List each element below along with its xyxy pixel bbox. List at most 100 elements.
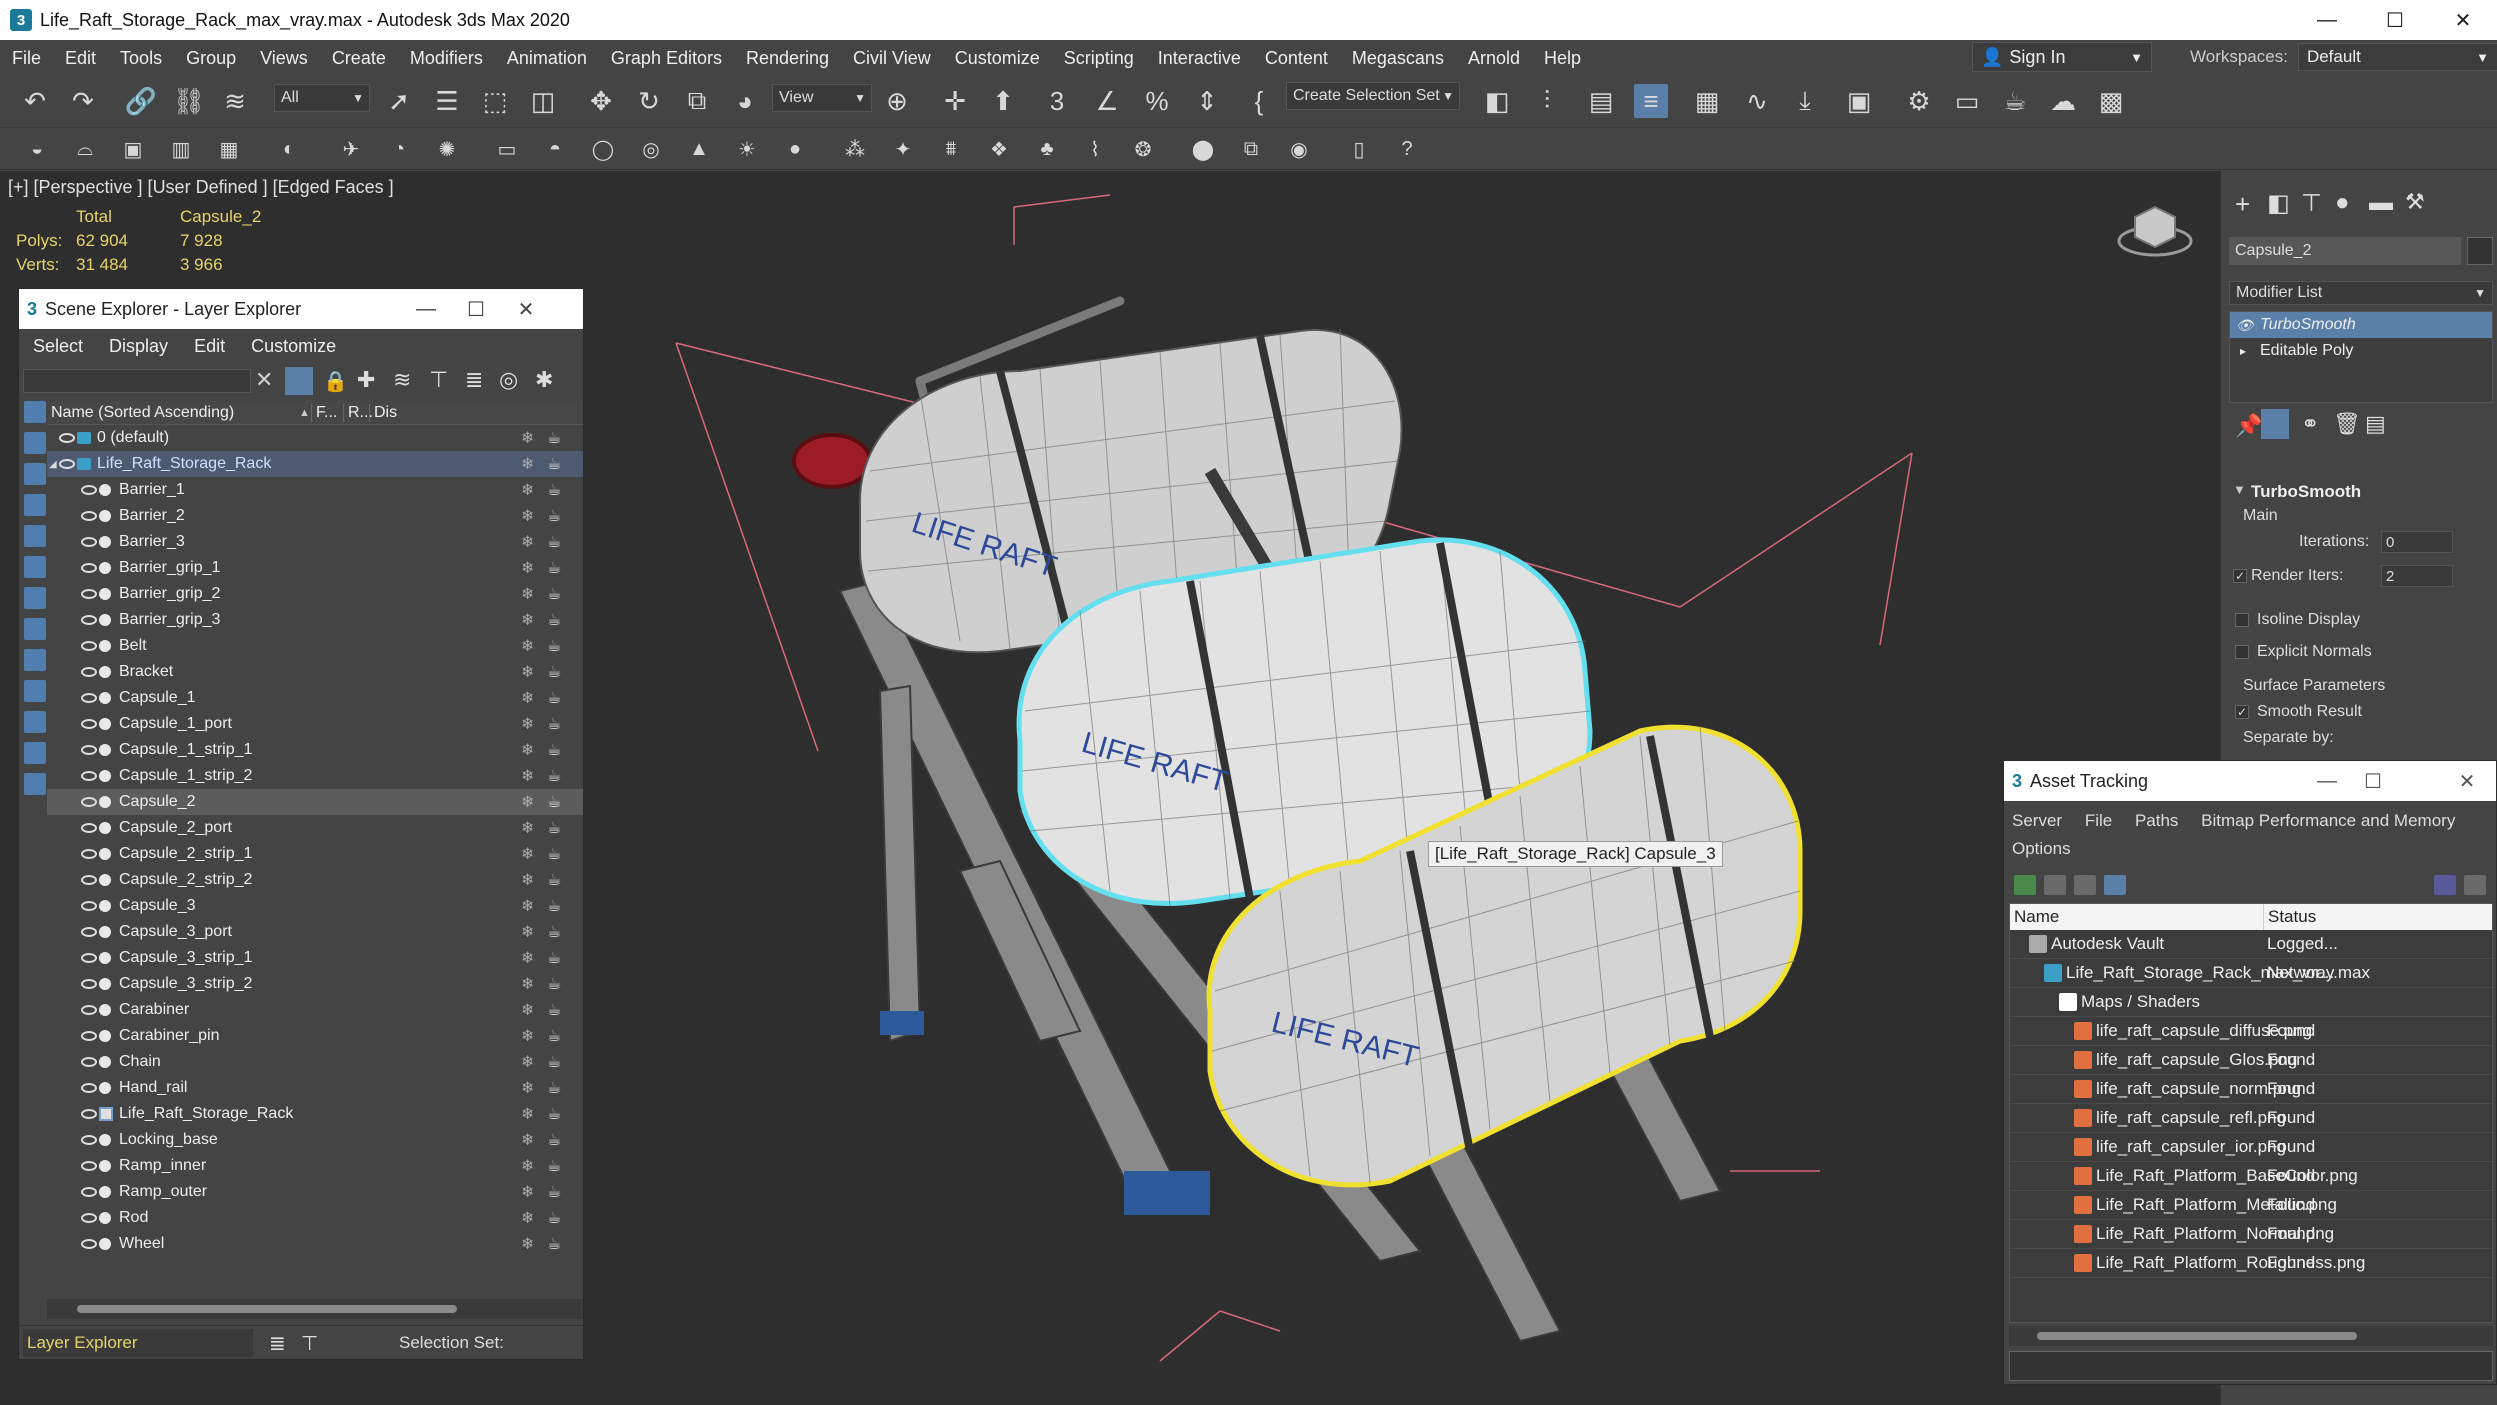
renderable-icon[interactable]: ☕: [547, 818, 561, 838]
hair-icon[interactable]: ⌇: [1082, 136, 1108, 162]
filter-frozen-icon[interactable]: [24, 711, 46, 733]
freeze-icon[interactable]: ❄: [521, 506, 534, 526]
filter-lights-icon[interactable]: [24, 463, 46, 485]
angle-snap-icon[interactable]: ∠: [1090, 84, 1124, 118]
menu-options[interactable]: Options: [2012, 839, 2071, 858]
view-cube[interactable]: [2117, 205, 2193, 257]
grid-icon[interactable]: ▦: [216, 136, 242, 162]
eye-icon[interactable]: [81, 797, 97, 807]
renderable-icon[interactable]: ☕: [547, 1208, 561, 1228]
filter-geometry-icon[interactable]: [24, 401, 46, 423]
freeze-icon[interactable]: ❄: [521, 1130, 534, 1150]
asset-path-field[interactable]: [2009, 1351, 2493, 1381]
renderable-icon[interactable]: ☕: [547, 506, 561, 526]
settings-icon[interactable]: [2464, 875, 2486, 895]
asset-row[interactable]: life_raft_capsule_refl.png Found: [2010, 1104, 2492, 1133]
selection-filter-dropdown[interactable]: All ▼: [274, 84, 370, 112]
schematic-view-icon[interactable]: ⤓: [1788, 84, 1822, 118]
unlink-icon[interactable]: ⛓: [172, 84, 206, 118]
teapot-icon[interactable]: ◒: [24, 136, 50, 162]
scene-row[interactable]: Barrier_2 ❄ ☕: [47, 503, 583, 529]
bind-space-warp-icon[interactable]: ≋: [218, 84, 252, 118]
scene-row[interactable]: Barrier_grip_2 ❄ ☕: [47, 581, 583, 607]
col-name[interactable]: Name: [2014, 907, 2059, 927]
fur-icon[interactable]: ❂: [1130, 136, 1156, 162]
render-iters-spinner[interactable]: 2: [2381, 565, 2453, 587]
renderable-icon[interactable]: ☕: [547, 896, 561, 916]
eye-icon[interactable]: [81, 667, 97, 677]
scroll-thumb[interactable]: [77, 1305, 457, 1313]
make-unique-icon[interactable]: ⚭: [2301, 411, 2319, 437]
freeze-icon[interactable]: ❄: [521, 636, 534, 656]
scene-row[interactable]: Locking_base ❄ ☕: [47, 1127, 583, 1153]
eye-icon[interactable]: [81, 485, 97, 495]
helper-icon[interactable]: ◔: [386, 136, 412, 162]
eye-icon[interactable]: [81, 1005, 97, 1015]
create-tab-icon[interactable]: +: [2235, 189, 2250, 220]
menu-file[interactable]: File: [2085, 811, 2112, 830]
eye-icon[interactable]: [81, 615, 97, 625]
asset-row[interactable]: life_raft_capsuler_ior.png Found: [2010, 1133, 2492, 1162]
freeze-icon[interactable]: ❄: [521, 480, 534, 500]
smooth-result-checkbox[interactable]: ✓: [2235, 705, 2249, 719]
menu-civil-view[interactable]: Civil View: [841, 48, 943, 69]
minimize-button[interactable]: —: [401, 289, 451, 329]
table-view-icon[interactable]: [2074, 875, 2096, 895]
freeze-icon[interactable]: ❄: [521, 844, 534, 864]
renderable-icon[interactable]: ☕: [547, 1130, 561, 1150]
col-name[interactable]: Name (Sorted Ascending): [51, 404, 234, 422]
eye-icon[interactable]: [81, 1083, 97, 1093]
freeze-icon[interactable]: ❄: [521, 870, 534, 890]
freeze-icon[interactable]: ❄: [521, 688, 534, 708]
link-icon[interactable]: 🔗: [124, 84, 158, 118]
scene-row[interactable]: Rod ❄ ☕: [47, 1205, 583, 1231]
render-setup-icon[interactable]: ⚙: [1902, 84, 1936, 118]
place-icon[interactable]: ◕: [728, 84, 762, 118]
asset-row[interactable]: Life_Raft_Platform_Metallic.png Found: [2010, 1191, 2492, 1220]
environment-icon[interactable]: ●: [782, 136, 808, 162]
reference-coord-dropdown[interactable]: View ▼: [772, 84, 872, 112]
renderable-icon[interactable]: ☕: [547, 844, 561, 864]
scene-row[interactable]: Bracket ❄ ☕: [47, 659, 583, 685]
render-in-cloud-icon[interactable]: ▩: [2094, 84, 2128, 118]
renderable-icon[interactable]: ☕: [547, 662, 561, 682]
menu-graph-editors[interactable]: Graph Editors: [599, 48, 734, 69]
rectangular-region-icon[interactable]: ⬚: [478, 84, 512, 118]
stack-item-turbosmooth[interactable]: 👁 TurboSmooth: [2230, 312, 2492, 338]
turbosmooth-rollout-title[interactable]: TurboSmooth: [2251, 482, 2361, 502]
search-input[interactable]: [23, 369, 251, 393]
minimize-button[interactable]: —: [2293, 0, 2361, 40]
menu-customize[interactable]: Customize: [943, 48, 1052, 69]
material-editor-icon[interactable]: ▣: [1842, 84, 1876, 118]
eye-icon[interactable]: [81, 563, 97, 573]
highlight-icon[interactable]: ◎: [499, 367, 518, 393]
renderable-icon[interactable]: ☕: [547, 922, 561, 942]
renderable-icon[interactable]: ☕: [547, 870, 561, 890]
refresh-icon[interactable]: [2014, 875, 2036, 895]
scene-row[interactable]: Capsule_1_strip_1 ❄ ☕: [47, 737, 583, 763]
maximize-button[interactable]: ☐: [451, 289, 501, 329]
renderable-icon[interactable]: ☕: [547, 558, 561, 578]
window-crossing-icon[interactable]: ◫: [526, 84, 560, 118]
eye-icon[interactable]: [81, 693, 97, 703]
geosphere-icon[interactable]: ◯: [590, 136, 616, 162]
mirror-icon[interactable]: ◧: [1480, 84, 1514, 118]
iterations-spinner[interactable]: 0: [2381, 531, 2453, 553]
ribbon-icon[interactable]: ▦: [1690, 84, 1724, 118]
motion-tab-icon[interactable]: ●: [2335, 189, 2350, 217]
freeze-icon[interactable]: ❄: [521, 1182, 534, 1202]
pin-stack-icon[interactable]: 📌: [2235, 413, 2262, 439]
eye-icon[interactable]: [59, 433, 75, 443]
eye-icon[interactable]: [81, 849, 97, 859]
percent-snap-icon[interactable]: %: [1140, 84, 1174, 118]
renderable-icon[interactable]: ☕: [547, 1026, 561, 1046]
renderable-icon[interactable]: ☕: [547, 1182, 561, 1202]
menu-tools[interactable]: Tools: [108, 48, 174, 69]
stack-item-editable-poly[interactable]: ▸ Editable Poly: [2230, 338, 2492, 364]
object-name-field[interactable]: Capsule_2: [2229, 237, 2461, 265]
select-by-name-icon[interactable]: ☰: [430, 84, 464, 118]
eye-icon[interactable]: [81, 1213, 97, 1223]
edit-named-selection-icon[interactable]: {: [1242, 84, 1276, 118]
menu-scripting[interactable]: Scripting: [1052, 48, 1146, 69]
renderable-icon[interactable]: ☕: [547, 480, 561, 500]
